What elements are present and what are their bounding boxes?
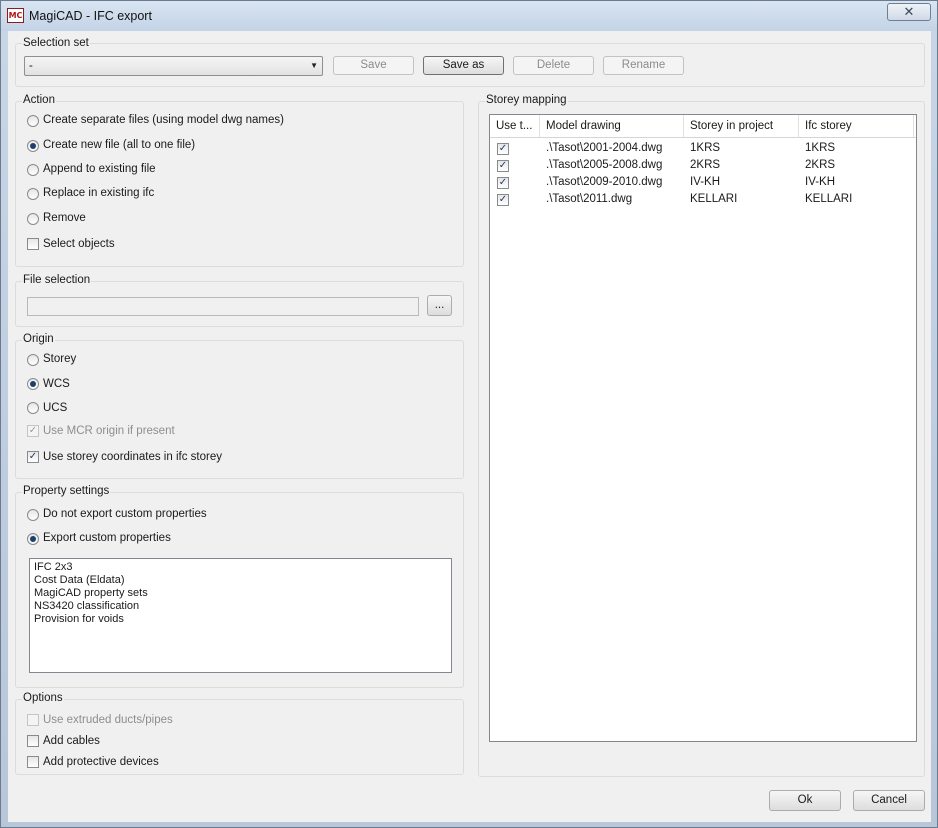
radio-separate-files[interactable] (27, 115, 39, 127)
use-checkbox[interactable]: ✓ (497, 194, 509, 206)
use-checkbox[interactable]: ✓ (497, 177, 509, 189)
close-button[interactable]: ✕ (887, 3, 931, 21)
title-bar[interactable]: MC MagiCAD - IFC export ✕ (1, 1, 937, 31)
model-drawing-cell: .\Tasot\2005-2008.dwg (546, 159, 663, 171)
property-settings-label: Property settings (22, 485, 111, 497)
magicad-app-icon: MC (7, 8, 24, 23)
origin-label: Origin (22, 333, 55, 345)
radio-wcs[interactable] (27, 378, 39, 390)
radio-label: Storey (43, 353, 77, 365)
ifc-export-window: MC MagiCAD - IFC export ✕ Selection set … (0, 0, 938, 828)
list-item[interactable]: NS3420 classification (34, 600, 139, 612)
storey-mapping-label: Storey mapping (485, 94, 568, 106)
radio-new-file[interactable] (27, 140, 39, 152)
radio-export[interactable] (27, 533, 39, 545)
use-checkbox[interactable]: ✓ (497, 143, 509, 155)
checkbox-label: Select objects (43, 238, 115, 250)
column-header-model-drawing[interactable]: Model drawing (540, 115, 684, 137)
table-header: Use t... Model drawing Storey in project… (490, 115, 916, 138)
storey-cell: IV-KH (690, 176, 721, 188)
property-sets-list[interactable]: IFC 2x3 Cost Data (Eldata) MagiCAD prope… (29, 558, 452, 673)
add-cables-checkbox[interactable] (27, 735, 39, 747)
selection-set-label: Selection set (22, 37, 90, 49)
ifc-storey-cell: 2KRS (805, 159, 836, 171)
list-item[interactable]: MagiCAD property sets (34, 587, 148, 599)
checkbox-label: Add protective devices (43, 756, 159, 768)
table-row[interactable]: ✓ .\Tasot\2005-2008.dwg 2KRS 2KRS (490, 158, 916, 175)
ifc-storey-cell: 1KRS (805, 142, 836, 154)
radio-ucs[interactable] (27, 402, 39, 414)
select-objects-checkbox[interactable] (27, 238, 39, 250)
use-extruded-checkbox[interactable] (27, 714, 39, 726)
window-title: MagiCAD - IFC export (29, 9, 152, 23)
storey-mapping-table[interactable]: Use t... Model drawing Storey in project… (489, 114, 917, 742)
radio-no-export[interactable] (27, 509, 39, 521)
list-item[interactable]: Cost Data (Eldata) (34, 574, 124, 586)
browse-button[interactable]: ... (427, 295, 452, 316)
file-path-input[interactable] (27, 297, 419, 316)
radio-replace[interactable] (27, 188, 39, 200)
add-protective-checkbox[interactable] (27, 756, 39, 768)
radio-label: Append to existing file (43, 163, 156, 175)
radio-label: WCS (43, 378, 70, 390)
use-mcr-origin-checkbox[interactable]: ✓ (27, 425, 39, 437)
checkbox-label: Use extruded ducts/pipes (43, 714, 173, 726)
table-row[interactable]: ✓ .\Tasot\2011.dwg KELLARI KELLARI (490, 192, 916, 209)
table-row[interactable]: ✓ .\Tasot\2001-2004.dwg 1KRS 1KRS (490, 141, 916, 158)
column-header-ifc-storey[interactable]: Ifc storey (799, 115, 914, 137)
dialog-client-area: Selection set - ▼ Save Save as Delete Re… (8, 31, 931, 822)
model-drawing-cell: .\Tasot\2009-2010.dwg (546, 176, 663, 188)
save-as-button[interactable]: Save as (423, 56, 504, 75)
radio-label: Create new file (all to one file) (43, 139, 196, 151)
close-icon: ✕ (903, 4, 915, 19)
cancel-button[interactable]: Cancel (853, 790, 925, 811)
chevron-down-icon: ▼ (310, 61, 318, 70)
options-label: Options (22, 692, 64, 704)
radio-label: Export custom properties (43, 532, 171, 544)
radio-label: Create separate files (using model dwg n… (43, 114, 284, 126)
action-label: Action (22, 94, 56, 106)
storey-cell: 1KRS (690, 142, 721, 154)
checkbox-label: Use MCR origin if present (43, 425, 175, 437)
selection-set-value: - (29, 60, 33, 72)
column-header-storey-in-project[interactable]: Storey in project (684, 115, 799, 137)
ifc-storey-cell: KELLARI (805, 193, 853, 205)
radio-append[interactable] (27, 164, 39, 176)
save-button[interactable]: Save (333, 56, 414, 75)
table-row[interactable]: ✓ .\Tasot\2009-2010.dwg IV-KH IV-KH (490, 175, 916, 192)
radio-remove[interactable] (27, 213, 39, 225)
list-item[interactable]: IFC 2x3 (34, 561, 73, 573)
radio-storey[interactable] (27, 354, 39, 366)
use-storey-coords-checkbox[interactable]: ✓ (27, 451, 39, 463)
ifc-storey-cell: IV-KH (805, 176, 836, 188)
rename-button[interactable]: Rename (603, 56, 684, 75)
radio-label: UCS (43, 402, 68, 414)
radio-label: Remove (43, 212, 86, 224)
column-header-use[interactable]: Use t... (490, 115, 540, 137)
use-checkbox[interactable]: ✓ (497, 160, 509, 172)
radio-label: Replace in existing ifc (43, 187, 155, 199)
checkbox-label: Use storey coordinates in ifc storey (43, 451, 222, 463)
list-item[interactable]: Provision for voids (34, 613, 124, 625)
delete-button[interactable]: Delete (513, 56, 594, 75)
storey-cell: 2KRS (690, 159, 721, 171)
selection-set-dropdown[interactable]: - ▼ (24, 56, 323, 76)
ok-button[interactable]: Ok (769, 790, 841, 811)
model-drawing-cell: .\Tasot\2001-2004.dwg (546, 142, 663, 154)
model-drawing-cell: .\Tasot\2011.dwg (546, 193, 633, 205)
storey-cell: KELLARI (690, 193, 738, 205)
file-selection-label: File selection (22, 274, 92, 286)
ellipsis-icon: ... (434, 299, 445, 311)
checkbox-label: Add cables (43, 735, 100, 747)
radio-label: Do not export custom properties (43, 508, 207, 520)
